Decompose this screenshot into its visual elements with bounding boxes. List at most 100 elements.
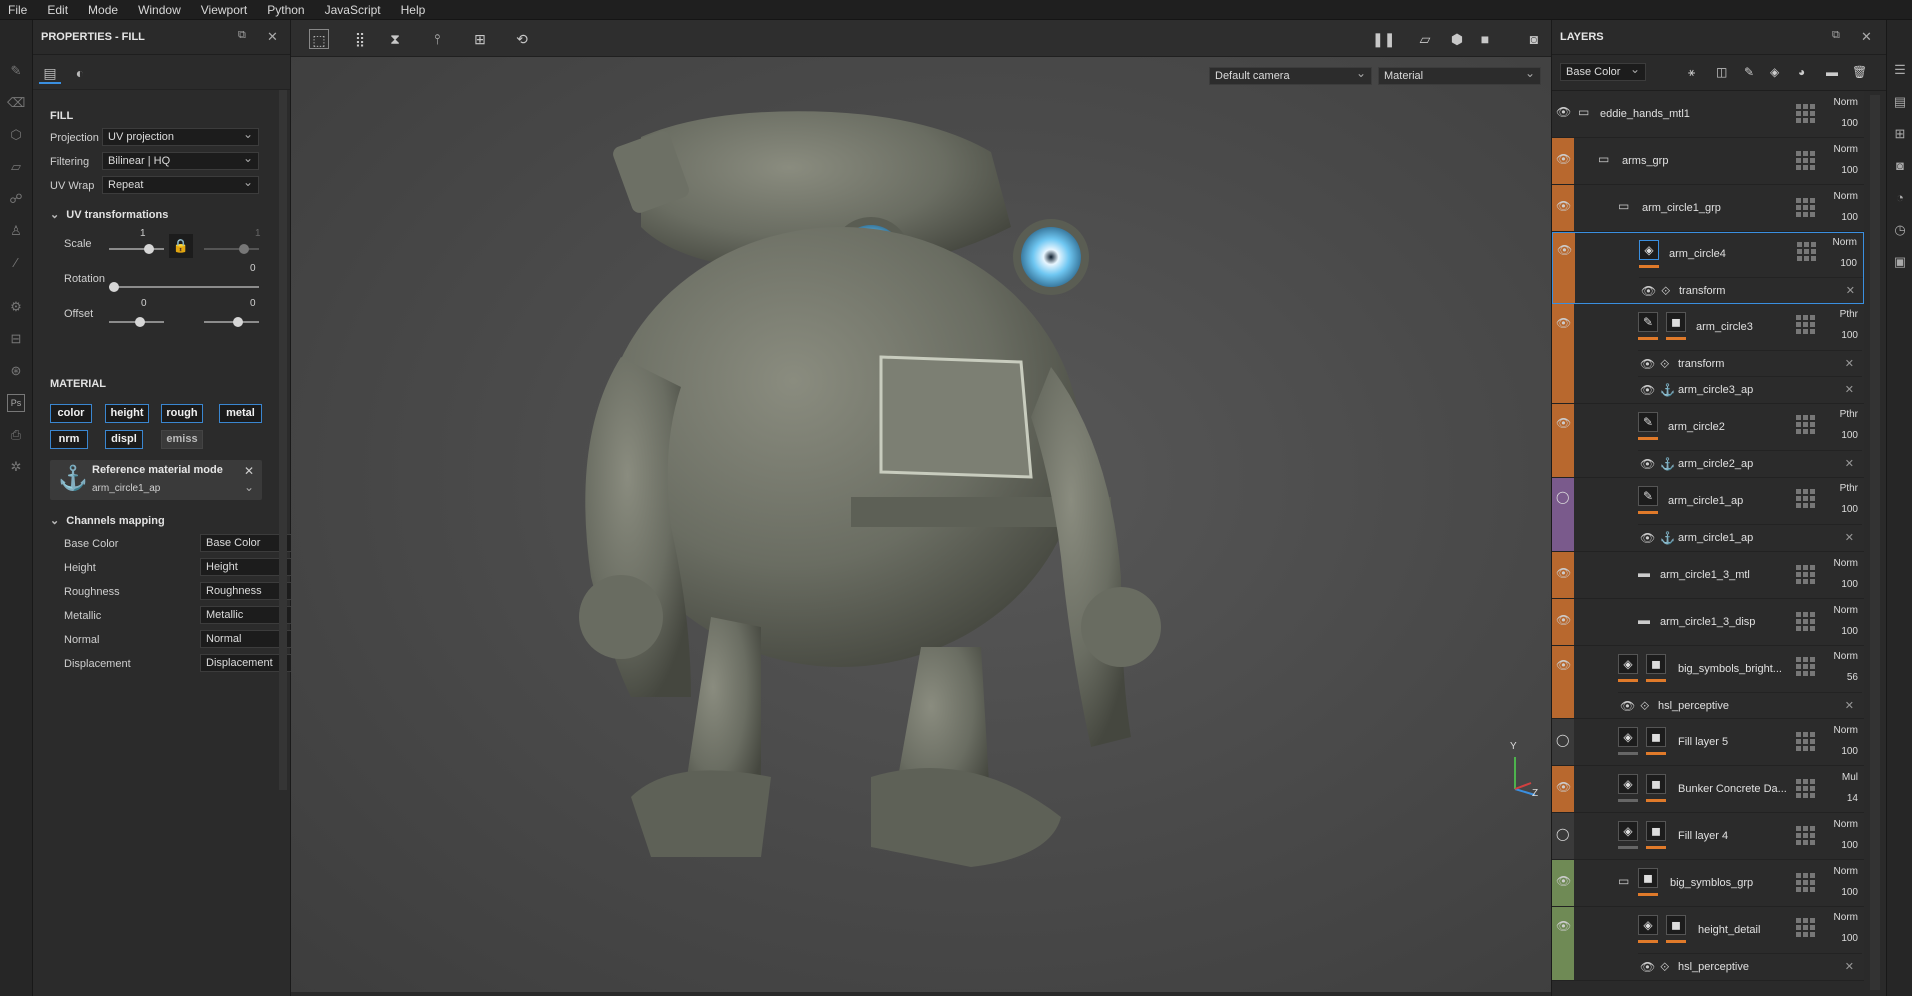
effect-row[interactable]: 👁 ⚓ arm_circle2_ap ✕	[1638, 450, 1862, 476]
visibility-eye-icon[interactable]: 👁	[1557, 244, 1572, 256]
visibility-eye-icon[interactable]: 👁	[1556, 106, 1571, 118]
visibility-eye-icon[interactable]: 👁	[1556, 417, 1571, 429]
remove-effect-icon[interactable]: ✕	[1846, 284, 1855, 297]
remove-effect-icon[interactable]: ✕	[1845, 531, 1854, 544]
layer-row[interactable]: 👁 ▭ arms_grp Norm 100	[1552, 138, 1864, 185]
close-icon[interactable]: ✕	[1861, 29, 1872, 45]
menu-file[interactable]: File	[0, 0, 39, 20]
blend-mode[interactable]: Pthr	[1840, 309, 1858, 320]
camera-icon[interactable]: ■	[1475, 29, 1495, 49]
undock-icon[interactable]: ⧉	[1832, 29, 1840, 42]
reference-close-icon[interactable]: ✕	[244, 464, 254, 478]
menu-help[interactable]: Help	[393, 0, 438, 20]
layer-opacity[interactable]: 100	[1841, 626, 1858, 637]
visibility-eye-icon[interactable]: 👁	[1556, 875, 1571, 887]
log-icon[interactable]: ▣	[1892, 254, 1908, 270]
blend-mode[interactable]: Norm	[1834, 912, 1858, 923]
layer-row[interactable]: 👁 ◈ ◼ height_detail Norm 100 👁 ⟐ hsl_per…	[1552, 907, 1864, 981]
fill-settings-tab-icon[interactable]: ▤	[39, 62, 61, 84]
shader-settings-icon[interactable]: ◔	[1892, 190, 1908, 206]
layer-row[interactable]: 👁 ▭ eddie_hands_mtl1 Norm 100	[1552, 91, 1864, 138]
visibility-eye-icon[interactable]: 👁	[1640, 531, 1655, 545]
visibility-eye-icon[interactable]: 👁	[1556, 200, 1571, 212]
layer-row[interactable]: 👁 ▭ arm_circle1_grp Norm 100	[1552, 185, 1864, 232]
layer-row[interactable]: 👁 ✎ arm_circle2 Pthr 100 👁 ⚓ arm_circle2…	[1552, 404, 1864, 478]
blend-mode[interactable]: Mul	[1842, 772, 1858, 783]
layer-row[interactable]: 👁 ▬ arm_circle1_3_disp Norm 100	[1552, 599, 1864, 646]
reference-material-value[interactable]: arm_circle1_ap	[92, 483, 160, 494]
effect-row[interactable]: 👁 ⚓ arm_circle3_ap ✕	[1638, 376, 1862, 402]
lock-icon[interactable]: 🔒	[169, 234, 193, 258]
layer-opacity[interactable]: 56	[1847, 672, 1858, 683]
visibility-eye-hidden-icon[interactable]: ◯	[1556, 828, 1570, 840]
scale-slider-handle[interactable]	[144, 244, 154, 254]
effect-row[interactable]: 👁 ⟐ transform ✕	[1638, 350, 1862, 376]
layer-opacity[interactable]: 100	[1841, 840, 1858, 851]
visibility-eye-icon[interactable]: 👁	[1556, 920, 1571, 932]
offset-u-slider-handle[interactable]	[135, 317, 145, 327]
layer-opacity[interactable]: 100	[1841, 746, 1858, 757]
paint-brush-icon[interactable]: ✎	[7, 62, 25, 80]
layer-row[interactable]: ◯ ◈ ◼ Fill layer 4 Norm 100	[1552, 813, 1864, 860]
visibility-eye-icon[interactable]: 👁	[1556, 781, 1571, 793]
layer-row[interactable]: ◯ ◈ ◼ Fill layer 5 Norm 100	[1552, 719, 1864, 766]
material-tab-icon[interactable]: ◐	[69, 62, 91, 84]
layer-row[interactable]: 👁 ▬ arm_circle1_3_mtl Norm 100	[1552, 552, 1864, 599]
layer-opacity[interactable]: 100	[1841, 330, 1858, 341]
layer-opacity[interactable]: 100	[1841, 933, 1858, 944]
blend-mode[interactable]: Norm	[1834, 651, 1858, 662]
uv-transformations-header[interactable]: ⌄ UV transformations	[50, 208, 168, 221]
layers-scrollbar[interactable]	[1870, 95, 1880, 990]
menu-javascript[interactable]: JavaScript	[317, 0, 393, 20]
layer-opacity[interactable]: 100	[1841, 887, 1858, 898]
visibility-eye-icon[interactable]: 👁	[1620, 699, 1635, 713]
selection-mode-icon[interactable]: ⬚	[309, 29, 329, 49]
blend-mode[interactable]: Norm	[1834, 866, 1858, 877]
visibility-eye-icon[interactable]: 👁	[1556, 614, 1571, 626]
visibility-eye-hidden-icon[interactable]: ◯	[1556, 491, 1570, 503]
channel-displ-toggle[interactable]: displ	[105, 430, 143, 449]
channel-metal-toggle[interactable]: metal	[219, 404, 262, 423]
blend-mode[interactable]: Pthr	[1840, 409, 1858, 420]
menu-viewport[interactable]: Viewport	[193, 0, 259, 20]
delete-layer-icon[interactable]: 🗑	[1852, 65, 1867, 79]
clone-stamp-icon[interactable]: ♙	[7, 222, 25, 240]
reset-icon[interactable]: ⟲	[512, 29, 532, 49]
visibility-eye-icon[interactable]: 👁	[1640, 357, 1655, 371]
screenshot-icon[interactable]: ◙	[1524, 29, 1544, 49]
layer-opacity[interactable]: 100	[1841, 212, 1858, 223]
add-fill-layer-icon[interactable]: ◈	[1770, 65, 1779, 79]
layer-row[interactable]: 👁 ◈ ◼ big_symbols_bright... Norm 56 👁 ⟐ …	[1552, 646, 1864, 719]
color-picker-icon[interactable]: ⁄	[7, 254, 25, 272]
layer-opacity[interactable]: 100	[1841, 118, 1858, 129]
channel-dropdown[interactable]: Base Color	[1560, 63, 1646, 81]
shelf-icon[interactable]: ⊞	[1892, 126, 1908, 142]
visibility-eye-icon[interactable]: 👁	[1556, 567, 1571, 579]
channel-emiss-toggle[interactable]: emiss	[161, 430, 203, 449]
visibility-eye-hidden-icon[interactable]: ◯	[1556, 734, 1570, 746]
blend-mode[interactable]: Norm	[1834, 725, 1858, 736]
add-smart-material-icon[interactable]: ◕	[1798, 65, 1805, 79]
filtering-dropdown[interactable]: Bilinear | HQ	[102, 152, 259, 170]
blend-mode[interactable]: Norm	[1834, 558, 1858, 569]
gear-icon[interactable]: ✲	[7, 458, 25, 476]
layers-window-icon[interactable]: ☰	[1892, 62, 1908, 78]
channel-rough-toggle[interactable]: rough	[161, 404, 203, 423]
scale-slider-secondary-handle[interactable]	[239, 244, 249, 254]
layer-opacity[interactable]: 100	[1841, 430, 1858, 441]
blend-mode[interactable]: Norm	[1834, 605, 1858, 616]
remove-effect-icon[interactable]: ✕	[1845, 457, 1854, 470]
visibility-eye-icon[interactable]: 👁	[1640, 960, 1655, 974]
layer-opacity[interactable]: 100	[1840, 258, 1857, 269]
layer-opacity[interactable]: 100	[1841, 165, 1858, 176]
menu-python[interactable]: Python	[259, 0, 316, 20]
layer-opacity[interactable]: 100	[1841, 504, 1858, 515]
visibility-eye-icon[interactable]: 👁	[1640, 457, 1655, 471]
settings-icon[interactable]: ⚙	[7, 298, 25, 316]
visibility-eye-icon[interactable]: 👁	[1641, 284, 1656, 298]
channel-nrm-toggle[interactable]: nrm	[50, 430, 88, 449]
scale-slider[interactable]	[109, 248, 164, 250]
offset-v-slider[interactable]	[204, 321, 259, 323]
pause-icon[interactable]: ❚❚	[1372, 29, 1395, 49]
blend-mode[interactable]: Norm	[1834, 144, 1858, 155]
